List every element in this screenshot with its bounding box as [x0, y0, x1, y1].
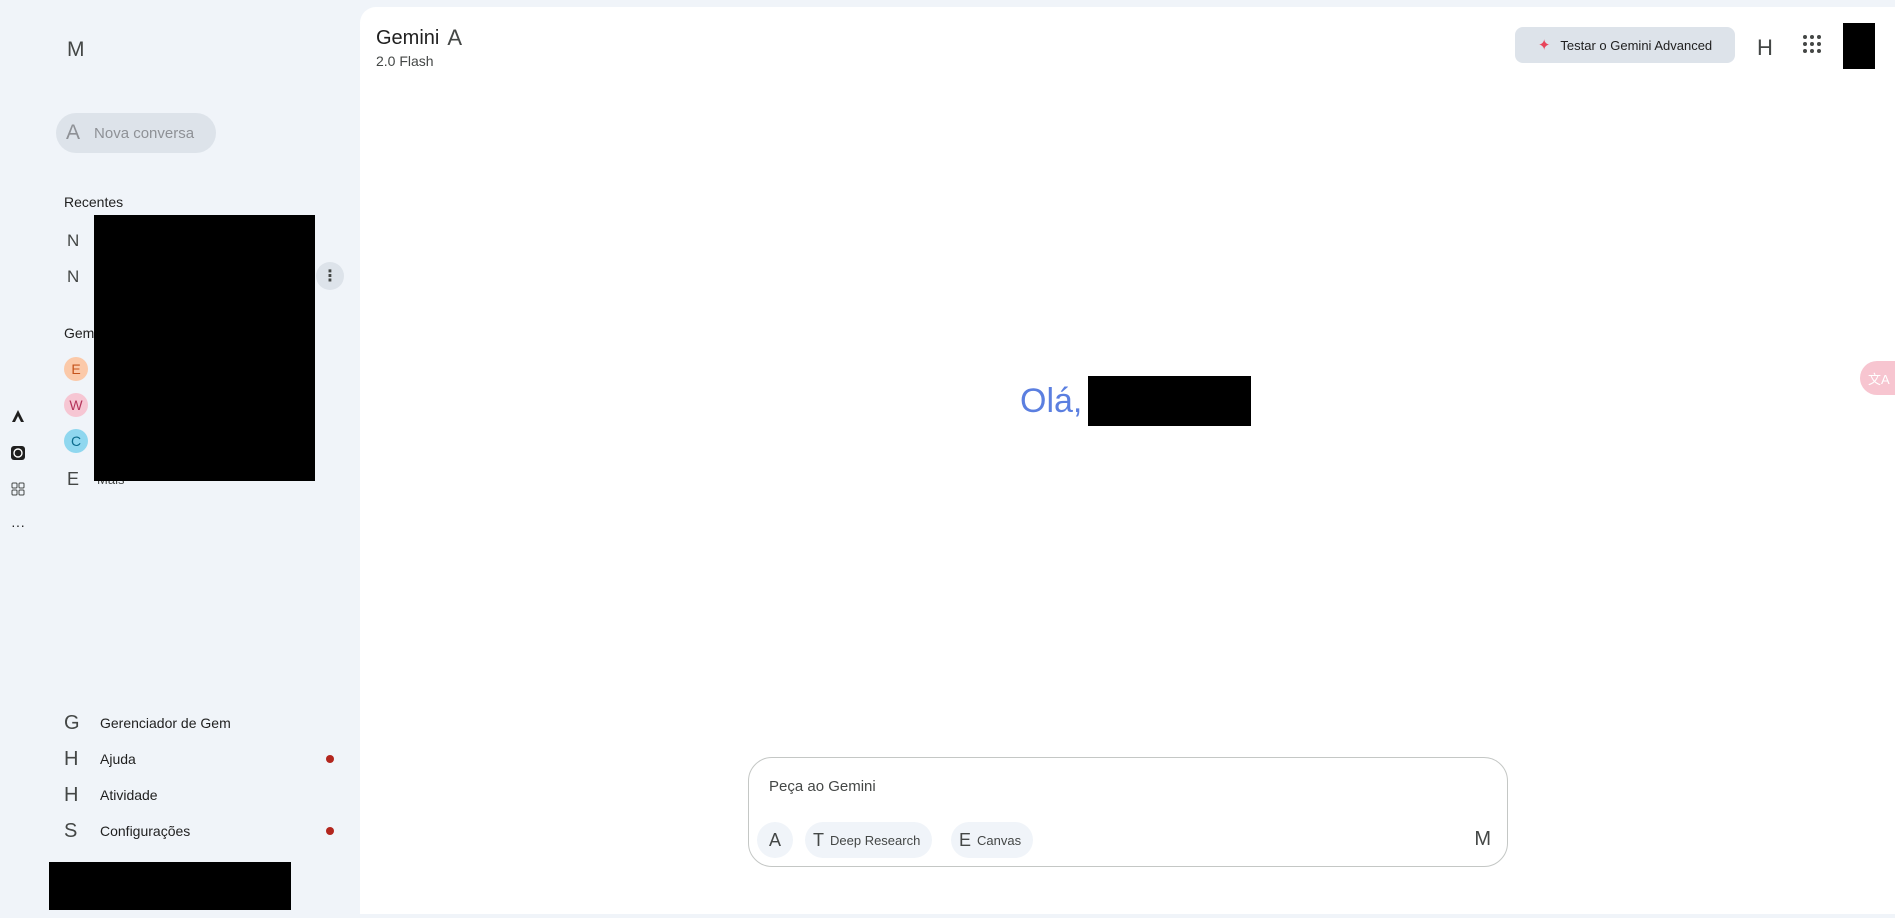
gem-item[interactable]: W: [64, 393, 88, 417]
settings-label: Configurações: [100, 823, 191, 839]
add-attachment-button[interactable]: A: [757, 822, 793, 858]
activity-label: Atividade: [100, 787, 158, 803]
chat-icon: N: [67, 231, 80, 250]
gem-manager-label: Gerenciador de Gem: [100, 715, 231, 731]
extensions-icon[interactable]: [7, 478, 29, 500]
deep-research-button[interactable]: T Deep Research: [805, 822, 933, 858]
gemini-icon[interactable]: [7, 405, 29, 427]
translate-icon[interactable]: 文A: [1860, 361, 1895, 395]
activity-icon: H: [64, 783, 79, 806]
settings-notification-dot: [326, 827, 334, 835]
history-icon[interactable]: H: [1757, 35, 1773, 61]
prompt-input[interactable]: Peça ao Gemini: [769, 778, 876, 795]
help-label: Ajuda: [100, 751, 136, 767]
app-title: Gemini: [376, 26, 440, 49]
help-notification-dot: [326, 755, 334, 763]
gem-item[interactable]: C: [64, 429, 88, 453]
canvas-icon: E: [959, 829, 972, 850]
new-chat-label: Nova conversa: [94, 124, 195, 142]
gem-avatar: W: [64, 393, 88, 417]
redacted-account-block: [49, 862, 291, 910]
recents-title: Recentes: [64, 194, 124, 210]
spark-icon: ✦: [1537, 37, 1551, 54]
gem-avatar: C: [64, 429, 88, 453]
sidebar: M A Nova conversa Recentes N N ⋮ Gem E W…: [36, 0, 360, 918]
settings-item[interactable]: S Configurações: [64, 816, 354, 846]
gems-title: Gem: [64, 325, 95, 341]
microphone-icon[interactable]: M: [1474, 828, 1491, 851]
gem-item[interactable]: E: [64, 357, 88, 381]
openai-icon[interactable]: [7, 442, 29, 464]
new-chat-button[interactable]: A Nova conversa: [56, 113, 216, 153]
prompt-composer[interactable]: Peça ao Gemini A T Deep Research E Canva…: [748, 757, 1508, 867]
activity-item[interactable]: H Atividade: [64, 780, 354, 810]
canvas-label: Canvas: [977, 832, 1022, 848]
menu-icon[interactable]: M: [67, 38, 85, 62]
main-panel: Gemini A 2.0 Flash ✦ Testar o Gemini Adv…: [360, 7, 1895, 914]
try-advanced-button[interactable]: ✦ Testar o Gemini Advanced: [1515, 27, 1735, 63]
new-chat-icon: A: [66, 121, 81, 144]
extension-rail: ···: [0, 0, 36, 918]
chevron-down-icon: A: [447, 25, 463, 50]
gem-avatar: E: [64, 357, 88, 381]
deep-research-icon: T: [813, 829, 824, 850]
redacted-block: [94, 215, 315, 481]
redacted-username: [1088, 376, 1252, 426]
chat-icon: N: [67, 267, 80, 286]
model-selector[interactable]: Gemini A: [376, 25, 462, 51]
help-item[interactable]: H Ajuda: [64, 744, 354, 774]
model-name: 2.0 Flash: [376, 53, 434, 69]
greeting: Olá,: [1020, 376, 1252, 426]
gem-manager-icon: G: [64, 711, 80, 734]
more-icon[interactable]: ···: [7, 514, 29, 536]
deep-research-label: Deep Research: [830, 832, 921, 848]
greeting-text: Olá,: [1020, 381, 1083, 420]
settings-icon: S: [64, 819, 78, 842]
try-advanced-label: Testar o Gemini Advanced: [1560, 37, 1713, 53]
gem-manager-item[interactable]: G Gerenciador de Gem: [64, 708, 354, 738]
canvas-button[interactable]: E Canvas: [951, 822, 1034, 858]
explore-icon: E: [67, 468, 80, 489]
help-icon: H: [64, 747, 79, 770]
avatar[interactable]: [1843, 23, 1875, 69]
chat-options-icon[interactable]: ⋮: [316, 262, 344, 290]
apps-grid-icon[interactable]: [1803, 35, 1821, 53]
